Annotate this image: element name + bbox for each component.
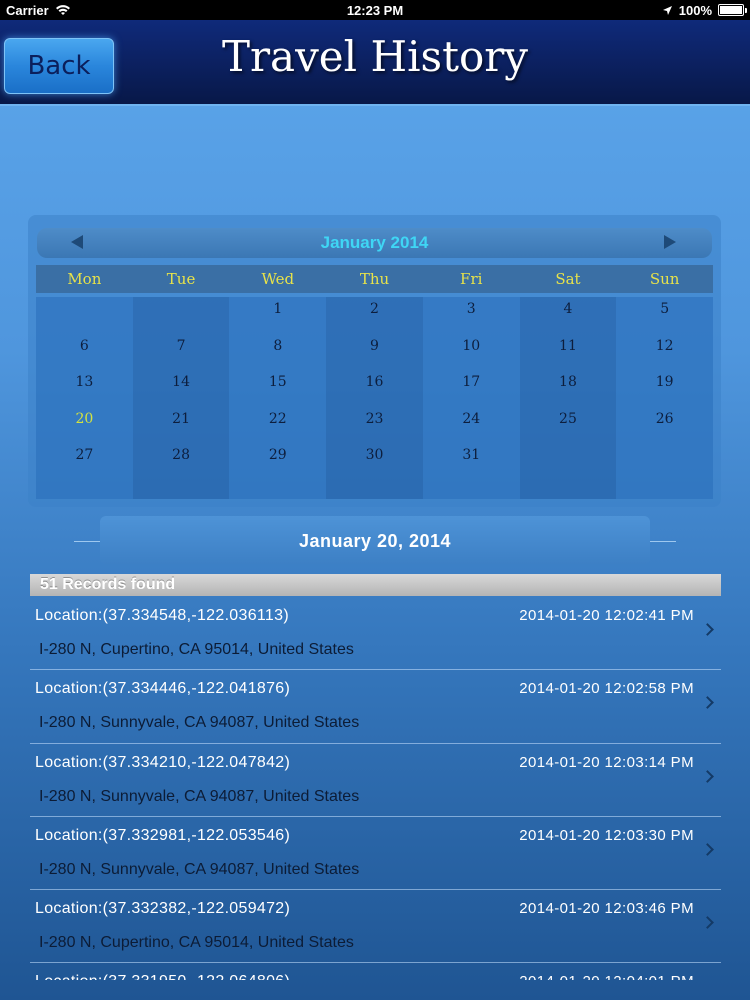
calendar-column: 1 8 15 22 29 xyxy=(229,297,327,499)
calendar-column: 6 13 20 27 xyxy=(36,297,133,499)
calendar-day-22[interactable]: 22 xyxy=(229,411,326,427)
record-row[interactable]: Location:(37.334210,-122.047842) 2014-01-… xyxy=(30,744,721,817)
calendar-column: 3 10 17 24 31 xyxy=(422,297,520,499)
chevron-right-icon xyxy=(701,843,714,856)
battery-icon xyxy=(718,4,747,16)
calendar-day-17[interactable]: 17 xyxy=(423,374,520,390)
record-timestamp: 2014-01-20 12:03:14 PM xyxy=(519,753,694,771)
weekday-fri: Fri xyxy=(460,270,483,288)
battery-percent: 100% xyxy=(678,2,712,18)
calendar-day-26[interactable]: 26 xyxy=(616,411,713,427)
calendar-day-16[interactable]: 16 xyxy=(326,374,423,390)
calendar-day-15[interactable]: 15 xyxy=(229,374,326,390)
status-bar: Carrier 12:23 PM 100% xyxy=(0,0,750,20)
divider-line xyxy=(74,541,100,542)
chevron-right-icon xyxy=(701,769,714,783)
calendar-column: 7 14 21 28 xyxy=(132,297,230,499)
record-location: Location:(37.334548,-122.036113) xyxy=(35,607,289,624)
record-location: Location:(37.334446,-122.041876) xyxy=(35,680,291,698)
weekday-thu: Thu xyxy=(359,270,390,288)
record-timestamp: 2014-01-20 12:03:30 PM xyxy=(519,826,694,844)
calendar-day-1[interactable]: 1 xyxy=(229,301,326,317)
calendar-day-31[interactable]: 31 xyxy=(423,447,520,463)
selected-date: January 20, 2014 xyxy=(100,516,650,564)
calendar-day-4[interactable]: 4 xyxy=(520,301,617,317)
record-location: Location:(37.332382,-122.059472) xyxy=(35,900,291,918)
calendar-day-28[interactable]: 28 xyxy=(133,447,230,463)
page-title: Travel History xyxy=(221,32,529,81)
calendar-day-5[interactable]: 5 xyxy=(616,301,713,317)
chevron-right-icon xyxy=(701,623,714,636)
records-list[interactable]: Location:(37.334548,-122.036113) 2014-01-… xyxy=(30,597,721,980)
calendar: January 2014 Mon Tue Wed Thu Fri Sat Sun 6 13 20… xyxy=(28,215,721,507)
calendar-grid: 6 13 20 27 7 14 21 28 1 8 15 22 29 2 9 16 23 30 3 10 17 24 31 4… xyxy=(36,297,714,499)
calendar-day-13[interactable]: 13 xyxy=(36,374,133,390)
record-address: I-280 N, Cupertino, CA 95014, United Sta… xyxy=(39,641,354,658)
status-left: Carrier xyxy=(6,3,71,18)
record-location: Location:(37.334210,-122.047842) xyxy=(35,753,291,771)
calendar-day-3[interactable]: 3 xyxy=(423,301,520,317)
calendar-day-7[interactable]: 7 xyxy=(133,338,230,354)
calendar-day-25[interactable]: 25 xyxy=(520,411,617,427)
calendar-column: 2 9 16 23 30 xyxy=(326,297,423,499)
calendar-day-27[interactable]: 27 xyxy=(36,447,133,463)
weekday-mon: Mon xyxy=(67,270,102,288)
record-timestamp: 2014-01-20 12:02:41 PM xyxy=(519,607,694,624)
calendar-day-8[interactable]: 8 xyxy=(229,338,326,354)
calendar-day-21[interactable]: 21 xyxy=(133,411,230,427)
calendar-day-18[interactable]: 18 xyxy=(520,374,617,390)
calendar-day-6[interactable]: 6 xyxy=(36,338,133,354)
calendar-column: 5 12 19 26 xyxy=(616,297,714,499)
calendar-day-29[interactable]: 29 xyxy=(229,447,326,463)
record-timestamp: 2014-01-20 12:02:58 PM xyxy=(519,680,694,698)
calendar-header: January 2014 xyxy=(37,228,712,258)
record-address: I-280 N, Cupertino, CA 95014, United Sta… xyxy=(39,934,354,952)
weekday-sat: Sat xyxy=(555,270,581,288)
record-row[interactable]: Location:(37.332981,-122.053546) 2014-01-… xyxy=(30,817,721,891)
chevron-right-icon xyxy=(701,696,714,710)
calendar-weekdays: Mon Tue Wed Thu Fri Sat Sun xyxy=(36,265,713,293)
status-right: 100% xyxy=(662,2,747,18)
record-row[interactable]: Location:(37.334548,-122.036113) 2014-01-… xyxy=(30,597,721,671)
calendar-column: 4 11 18 25 xyxy=(519,297,617,499)
nav-bar: Back Travel History xyxy=(0,20,750,106)
calendar-day-11[interactable]: 11 xyxy=(520,338,617,354)
calendar-day-24[interactable]: 24 xyxy=(423,411,520,427)
record-address: I-280 N, Sunnyvale, CA 94087, United Sta… xyxy=(39,787,360,805)
calendar-month-label: January 2014 xyxy=(320,233,429,252)
carrier-label: Carrier xyxy=(6,2,49,18)
wifi-icon xyxy=(55,4,71,16)
calendar-day-2[interactable]: 2 xyxy=(326,301,423,317)
chevron-right-icon xyxy=(701,916,714,930)
calendar-day-20[interactable]: 20 xyxy=(36,411,133,427)
calendar-day-12[interactable]: 12 xyxy=(616,338,713,354)
records-count: 51 Records found xyxy=(30,574,721,596)
calendar-day-9[interactable]: 9 xyxy=(326,338,423,354)
calendar-day-19[interactable]: 19 xyxy=(616,374,713,390)
location-arrow-icon xyxy=(662,5,673,16)
record-timestamp: 2014-01-20 12:03:46 PM xyxy=(519,900,694,918)
status-time: 12:23 PM xyxy=(346,2,404,18)
record-row[interactable]: Location:(37.334446,-122.041876) 2014-01-… xyxy=(30,670,721,744)
record-timestamp: 2014-01-20 12:04:01 PM xyxy=(519,973,694,980)
record-address: I-280 N, Sunnyvale, CA 94087, United Sta… xyxy=(39,860,360,878)
calendar-day-14[interactable]: 14 xyxy=(133,374,230,390)
record-location: Location:(37.332981,-122.053546) xyxy=(35,826,291,844)
record-location: Location:(37.331950,-122.064806) xyxy=(35,973,290,980)
record-address: I-280 N, Sunnyvale, CA 94087, United Sta… xyxy=(39,714,360,732)
weekday-tue: Tue xyxy=(166,270,196,288)
calendar-day-30[interactable]: 30 xyxy=(326,447,423,463)
divider-line xyxy=(650,541,676,542)
weekday-sun: Sun xyxy=(649,270,680,288)
calendar-day-23[interactable]: 23 xyxy=(326,411,423,427)
record-row[interactable]: Location:(37.331950,-122.064806) 2014-01-… xyxy=(30,963,721,980)
calendar-day-10[interactable]: 10 xyxy=(423,338,520,354)
next-month-icon[interactable] xyxy=(664,235,676,249)
record-row[interactable]: Location:(37.332382,-122.059472) 2014-01-… xyxy=(30,890,721,964)
weekday-wed: Wed xyxy=(261,270,295,288)
